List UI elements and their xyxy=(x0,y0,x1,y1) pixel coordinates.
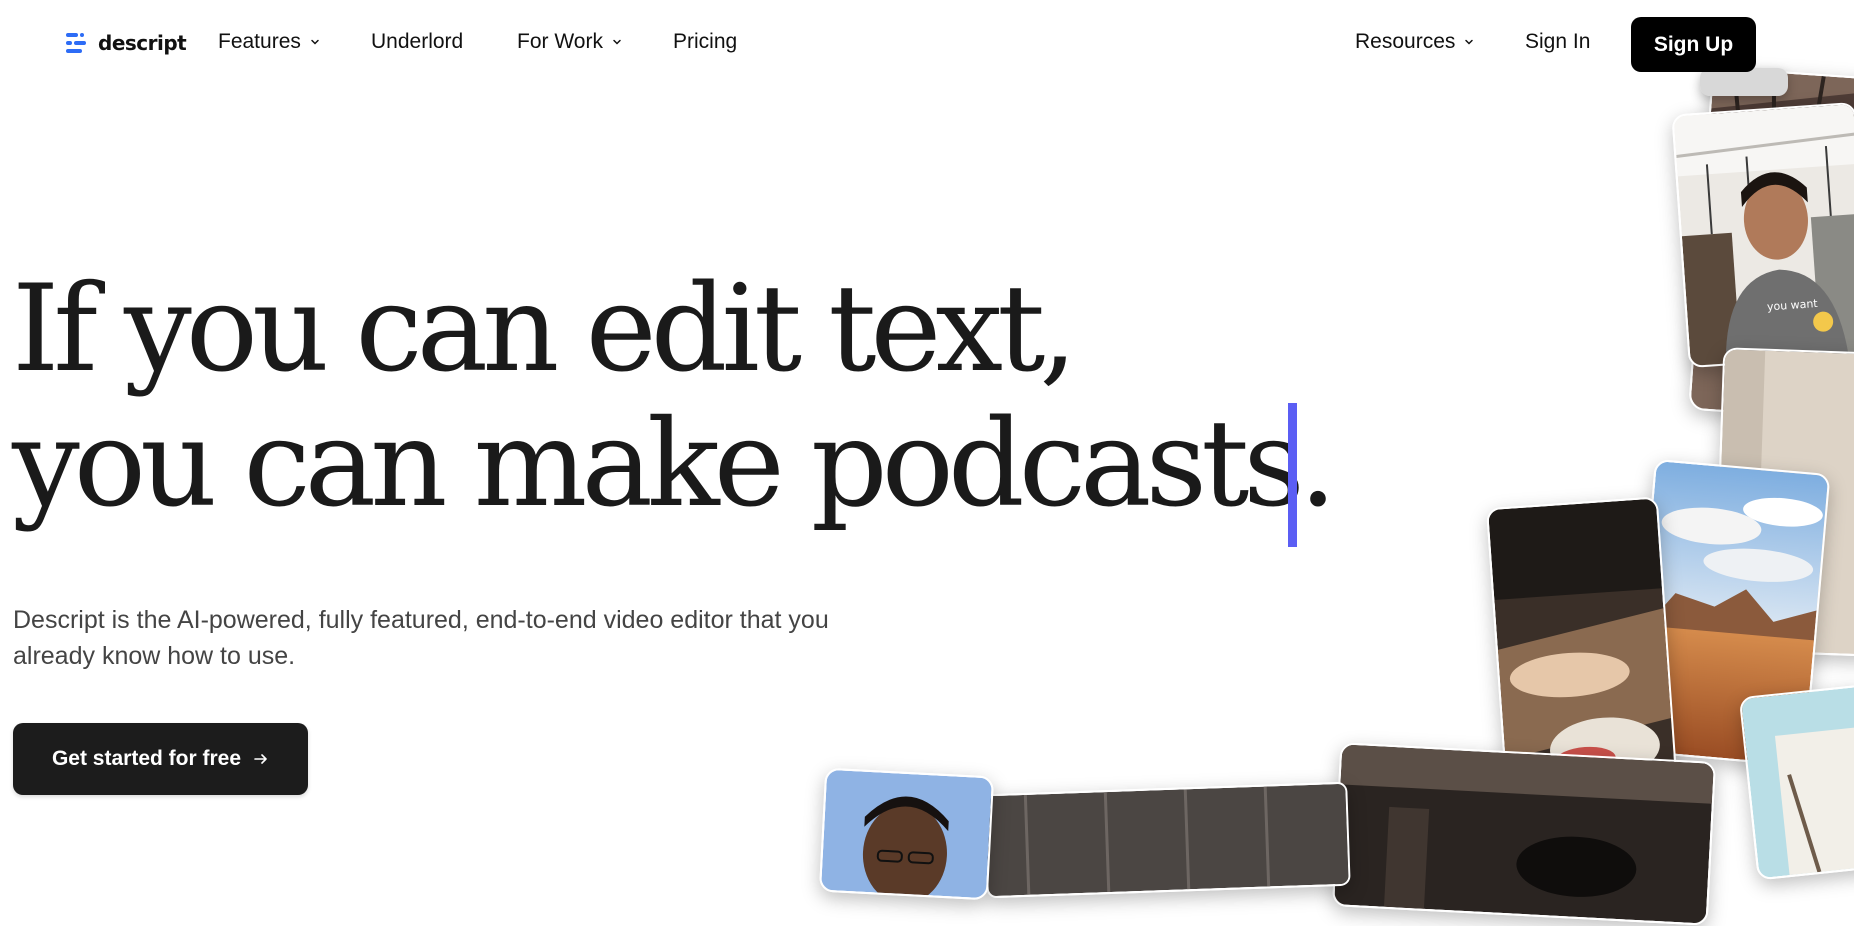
hero-headline: If you can edit text, you can make podca… xyxy=(12,260,1337,534)
hero-subtitle: Descript is the AI-powered, fully featur… xyxy=(13,606,829,670)
sign-in-link[interactable]: Sign In xyxy=(1525,30,1590,54)
text-cursor-caret xyxy=(1288,403,1297,547)
media-thumbnail-wide-room xyxy=(983,781,1351,899)
nav-for-work[interactable]: For Work xyxy=(517,30,623,54)
sign-up-button[interactable]: Sign Up xyxy=(1631,17,1756,72)
descript-logo-icon xyxy=(66,33,86,53)
media-thumbnail-man-talking: you want xyxy=(1671,101,1854,369)
media-thumbnail-person-portrait xyxy=(818,767,995,901)
nav-underlord-label: Underlord xyxy=(371,30,464,53)
sign-in-label: Sign In xyxy=(1525,30,1591,53)
nav-for-work-label: For Work xyxy=(517,30,603,53)
media-thumbnail-bottom-right-blue xyxy=(1738,683,1854,881)
hero-headline-line-1: If you can edit text, xyxy=(12,260,1077,399)
get-started-button[interactable]: Get started for free xyxy=(13,723,308,795)
nav-pricing-label: Pricing xyxy=(673,30,738,53)
chevron-down-icon xyxy=(311,39,319,45)
top-navigation: descript Features Underlord For Work Pri… xyxy=(0,0,1854,88)
chevron-down-icon xyxy=(613,39,621,45)
logo-text: descript xyxy=(98,31,187,55)
get-started-label: Get started for free xyxy=(51,747,242,770)
descript-logo[interactable]: descript xyxy=(64,30,187,56)
nav-resources[interactable]: Resources xyxy=(1355,30,1475,54)
nav-pricing[interactable]: Pricing xyxy=(673,30,737,54)
nav-features[interactable]: Features xyxy=(218,30,321,54)
arrow-right-icon xyxy=(254,754,267,764)
hero-headline-line-2: you can make podcasts. xyxy=(12,395,1337,534)
nav-features-label: Features xyxy=(218,30,301,53)
chevron-down-icon xyxy=(1465,39,1474,45)
media-thumbnail-studio-mic xyxy=(1331,742,1717,926)
nav-underlord[interactable]: Underlord xyxy=(371,30,463,54)
nav-resources-label: Resources xyxy=(1355,30,1456,53)
